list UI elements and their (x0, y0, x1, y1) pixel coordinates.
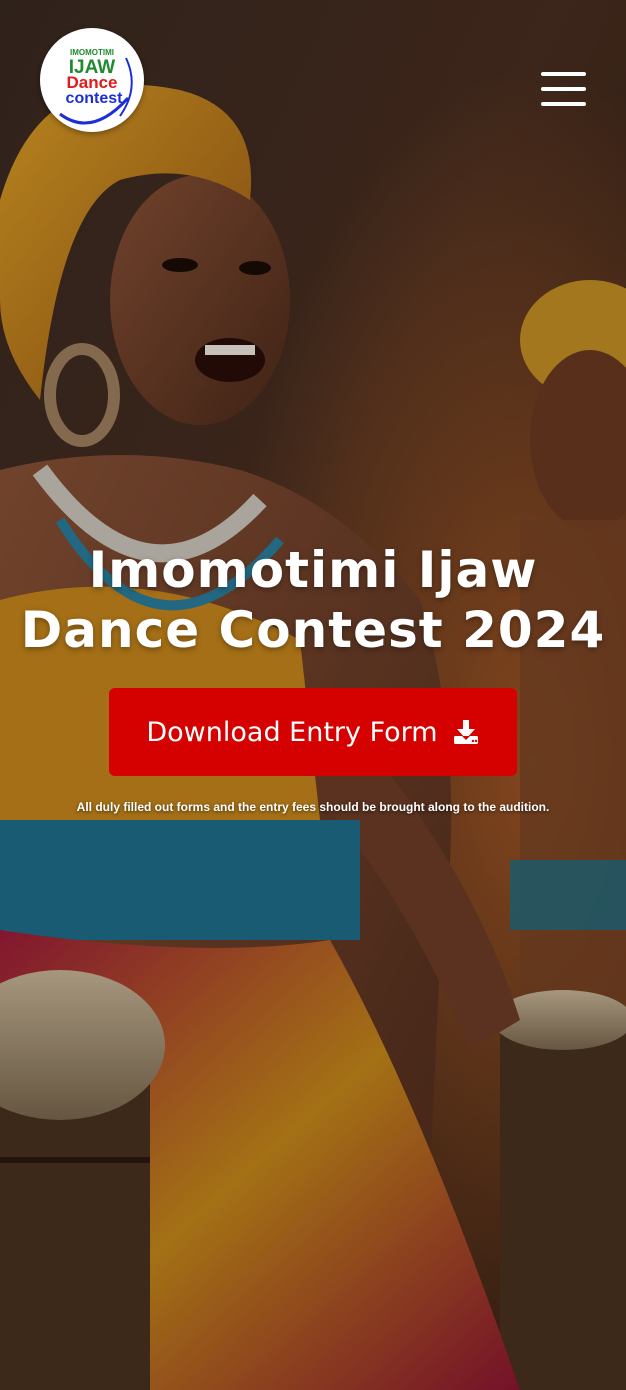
download-entry-form-label: Download Entry Form (146, 716, 438, 748)
download-icon (453, 720, 478, 744)
audition-note: All duly filled out forms and the entry … (76, 800, 550, 814)
title-line1: Imomotimi Ijaw (88, 541, 538, 599)
menu-bar-middle (541, 87, 586, 91)
site-logo[interactable]: IMOMOTIMI IJAW Dance contest (40, 28, 144, 132)
menu-bar-bottom (541, 102, 586, 106)
logo-line4: contest (66, 90, 124, 107)
title-line2: Dance Contest 2024 (20, 601, 606, 659)
logo-line1: IMOMOTIMI (70, 48, 114, 57)
download-entry-form-button[interactable]: Download Entry Form (109, 688, 517, 776)
logo-icon: IMOMOTIMI IJAW Dance contest (59, 48, 133, 125)
hamburger-menu-icon[interactable] (536, 66, 590, 112)
menu-bar-top (541, 72, 586, 76)
page-title: Imomotimi Ijaw Dance Contest 2024 (0, 540, 626, 660)
